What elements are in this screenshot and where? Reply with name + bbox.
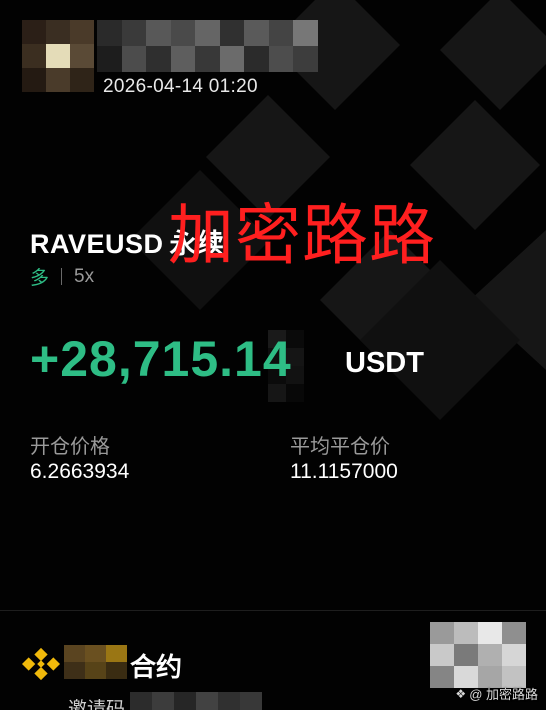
avatar (22, 20, 94, 92)
entry-price-value: 6.2663934 (30, 460, 130, 483)
contract-label: 合约 (130, 652, 183, 682)
qr-code (430, 622, 526, 688)
invite-code-label: 邀请码 (68, 699, 126, 710)
exit-price-value: 11.1157000 (290, 460, 398, 483)
symbol-name: RAVEUSD (30, 229, 164, 259)
leverage: 5x (74, 265, 95, 287)
position-tags: 多 5x (30, 263, 94, 290)
share-card: 2026-04-14 01:20 RAVEUSD 永续 加密路路 多 5x +28… (0, 0, 546, 710)
entry-price-label: 开仓价格 (30, 436, 110, 458)
pnl-unit: USDT (345, 347, 424, 379)
binance-small-icon: ❖ (455, 686, 467, 701)
source-credit: ❖ @ 加密路路 (455, 684, 538, 703)
referrer-blurred (64, 645, 127, 679)
realized-pnl: +28,715.14 (30, 331, 292, 387)
position-side: 多 (30, 268, 50, 289)
username-blurred (97, 20, 318, 72)
watermark-text: 加密路路 (168, 197, 436, 274)
exit-price-label: 平均平仓价 (290, 436, 390, 458)
invite-code-blurred (130, 692, 262, 710)
footer-divider (0, 610, 546, 611)
share-timestamp: 2026-04-14 01:20 (103, 76, 258, 97)
tag-divider (61, 268, 63, 285)
binance-logo-icon (22, 647, 60, 681)
credit-text: @ 加密路路 (469, 687, 538, 702)
